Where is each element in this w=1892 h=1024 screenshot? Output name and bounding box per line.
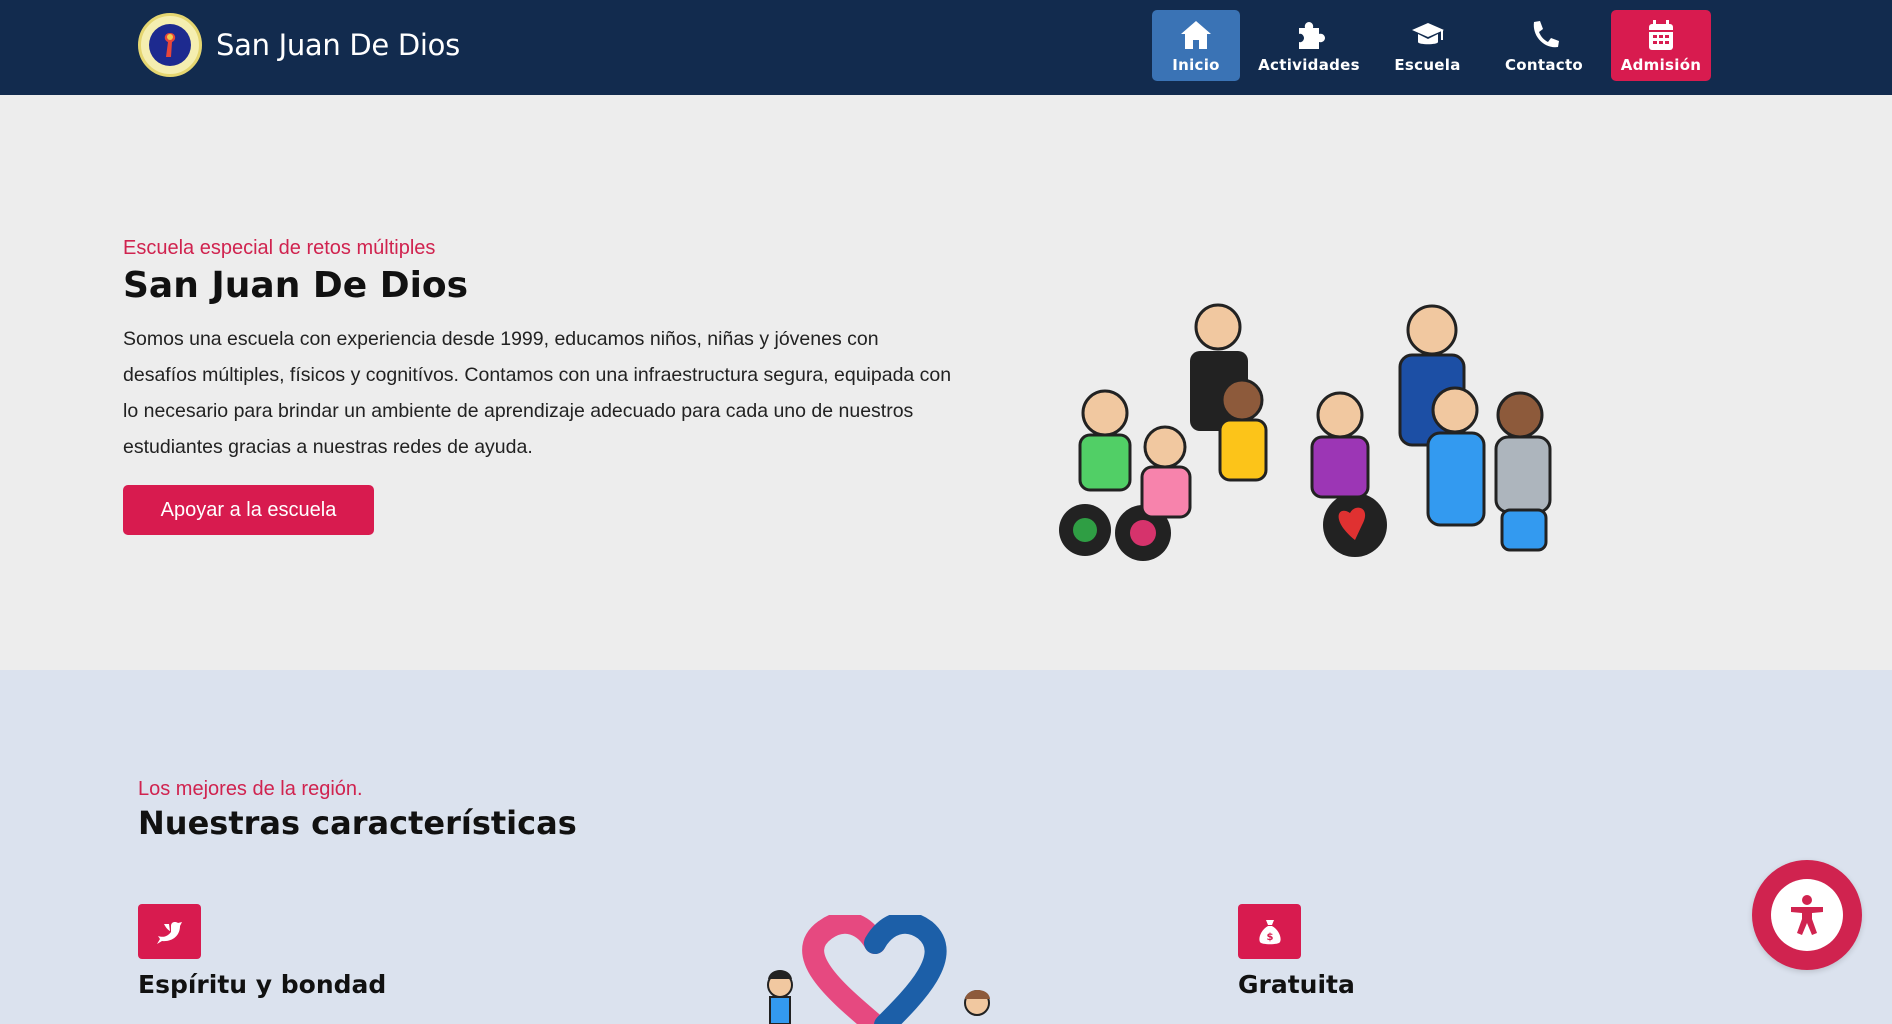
dove-icon bbox=[156, 921, 182, 944]
nav-escuela[interactable]: Escuela bbox=[1378, 10, 1477, 81]
nav-inicio[interactable]: Inicio bbox=[1152, 10, 1240, 81]
nav-actividades-label: Actividades bbox=[1258, 55, 1360, 74]
heart-illustration bbox=[767, 915, 990, 1024]
features-eyebrow: Los mejores de la región. bbox=[138, 778, 363, 800]
hero-eyebrow: Escuela especial de retos múltiples bbox=[123, 237, 436, 259]
puzzle-icon bbox=[1299, 21, 1325, 49]
nav-contacto[interactable]: Contacto bbox=[1485, 10, 1603, 81]
school-logo bbox=[138, 13, 202, 77]
nav-admision-label: Admisión bbox=[1620, 55, 1702, 74]
features-section: Los mejores de la región. Nuestras carac… bbox=[0, 670, 1892, 1024]
nav-escuela-label: Escuela bbox=[1394, 55, 1461, 74]
money-bag-icon: $ bbox=[1258, 919, 1281, 944]
feature-name: Espíritu y bondad bbox=[138, 970, 387, 999]
calendar-icon bbox=[1649, 19, 1673, 50]
top-navbar: San Juan De Dios Inicio Actividades Escu… bbox=[0, 0, 1892, 95]
nav-inicio-label: Inicio bbox=[1172, 55, 1220, 74]
hero-title: San Juan De Dios bbox=[123, 265, 469, 306]
graduation-cap-icon bbox=[1411, 22, 1444, 44]
nav-actividades[interactable]: Actividades bbox=[1248, 10, 1370, 81]
nav-contacto-label: Contacto bbox=[1504, 55, 1584, 74]
brand[interactable]: San Juan De Dios bbox=[138, 13, 460, 77]
phone-icon bbox=[1533, 20, 1559, 47]
feature-icon-box bbox=[138, 904, 201, 959]
hero-section: Escuela especial de retos múltiples San … bbox=[0, 95, 1892, 670]
main-nav: Inicio Actividades Escuela Contacto Admi… bbox=[1152, 10, 1719, 81]
svg-text:$: $ bbox=[1266, 932, 1273, 943]
brand-name: San Juan De Dios bbox=[216, 28, 460, 62]
accessibility-button[interactable] bbox=[1752, 860, 1862, 970]
children-group-illustration bbox=[1059, 303, 1552, 561]
features-title: Nuestras características bbox=[138, 804, 577, 842]
feature-icon-box: $ bbox=[1238, 904, 1301, 959]
support-school-button[interactable]: Apoyar a la escuela bbox=[123, 485, 374, 535]
accessibility-icon bbox=[1791, 895, 1823, 935]
feature-name: Gratuita bbox=[1238, 970, 1355, 999]
nav-admision[interactable]: Admisión bbox=[1611, 10, 1711, 81]
hero-description: Somos una escuela con experiencia desde … bbox=[123, 328, 952, 458]
home-icon bbox=[1181, 20, 1211, 49]
